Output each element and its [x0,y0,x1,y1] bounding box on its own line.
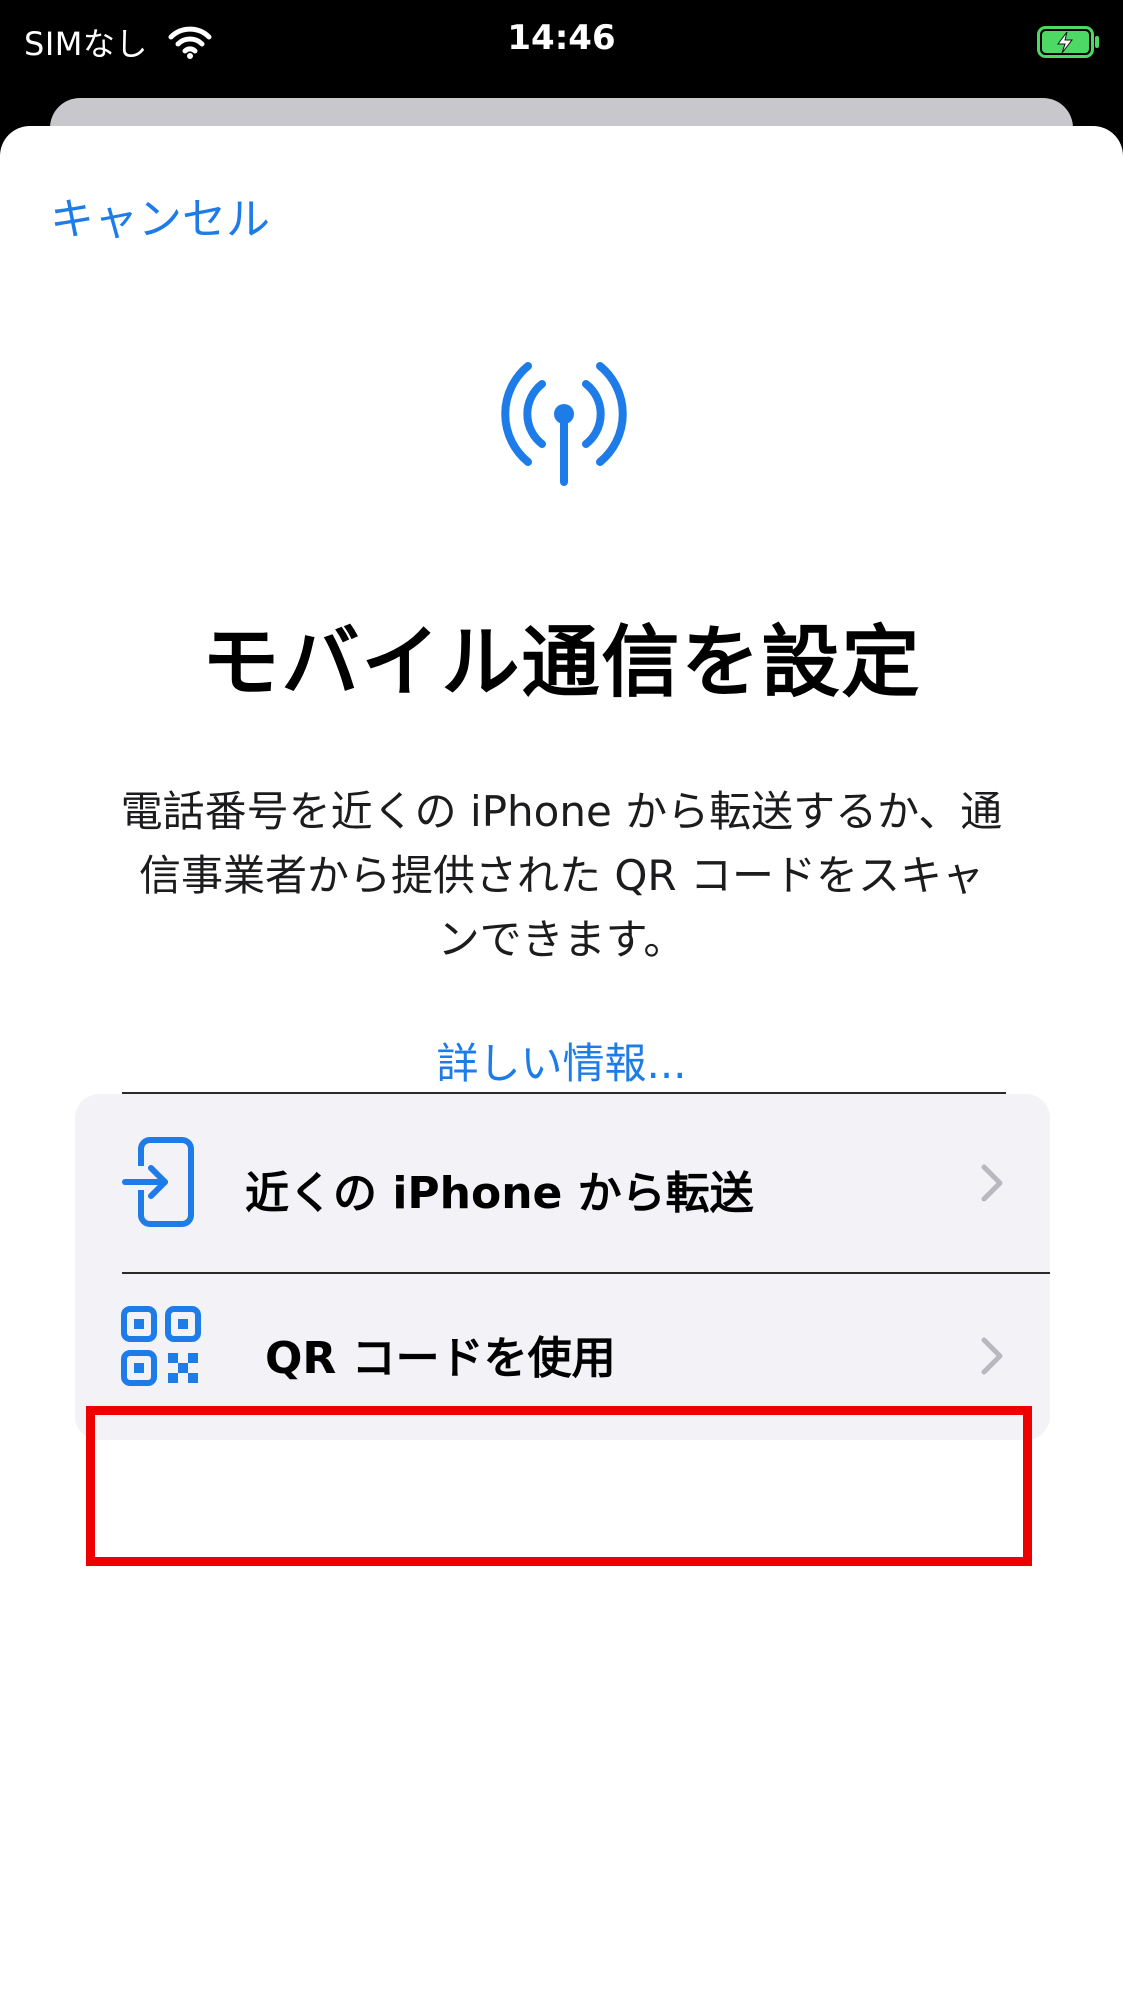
description-line: 信事業者から提供された QR コードをスキャ [139,851,984,900]
status-bar: SIMなし 14:46 [0,0,1123,84]
description-line: ンできます。 [437,915,686,964]
battery-charging-icon [1037,26,1099,58]
transfer-in-icon [122,1137,194,1227]
option-label: 近くの iPhone から転送 [245,1168,754,1219]
phone-screen: SIMなし 14:46 キャンセル モバイル通信を設定 電話番号を近くの iPh… [0,0,1123,2004]
option-label: QR コードを使用 [265,1333,616,1384]
more-info-link[interactable]: 詳しい情報... [0,1030,1123,1091]
chevron-right-icon [981,1337,1003,1375]
chevron-right-icon [981,1164,1003,1202]
antenna-signal-icon [501,362,627,486]
qr-code-icon [121,1306,201,1386]
highlight-box [86,1406,1032,1566]
description-line: 電話番号を近くの iPhone から転送するか、通 [120,787,1003,836]
transfer-from-iphone-option[interactable]: 近くの iPhone から転送 [75,1094,1050,1272]
page-title: モバイル通信を設定 [201,618,922,708]
description-text: 電話番号を近くの iPhone から転送するか、通 信事業者から提供された QR… [60,780,1063,972]
cancel-button[interactable]: キャンセル [50,183,270,247]
status-time: 14:46 [507,18,616,58]
cellular-setup-sheet: キャンセル モバイル通信を設定 電話番号を近くの iPhone から転送するか、… [0,126,1123,2004]
